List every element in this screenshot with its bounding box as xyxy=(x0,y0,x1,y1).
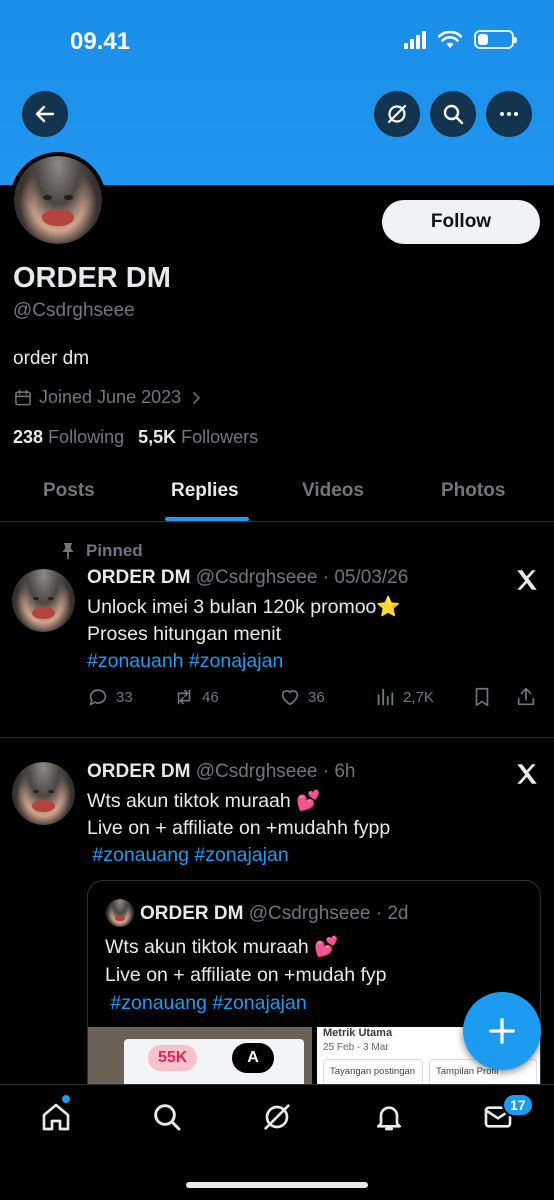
profile-bio: order dm xyxy=(13,348,90,369)
search-button[interactable] xyxy=(430,91,476,137)
post-author-name[interactable]: ORDER DM xyxy=(87,567,190,588)
share-button[interactable] xyxy=(515,686,537,708)
post-hashtags[interactable]: #zonauang #zonajajan xyxy=(87,842,390,869)
battery-icon xyxy=(474,30,517,49)
follow-button[interactable]: Follow xyxy=(382,200,540,244)
quoted-post[interactable]: ORDER DM @Csdrghseee · 2d Wts akun tikto… xyxy=(87,880,541,1100)
plus-icon xyxy=(489,1018,515,1044)
signal-icon xyxy=(404,30,426,49)
status-bar: 09.41 xyxy=(0,0,554,80)
messages-badge: 17 xyxy=(502,1093,534,1117)
more-icon xyxy=(500,112,518,116)
status-icons xyxy=(404,30,517,49)
compose-button[interactable] xyxy=(463,992,541,1070)
profile-display-name: ORDER DM xyxy=(13,262,171,294)
quoted-line-1: Wts akun tiktok muraah 💕 xyxy=(105,936,339,958)
repost-button[interactable]: 46 xyxy=(173,686,219,708)
tab-replies[interactable]: Replies xyxy=(171,480,239,502)
quoted-hashtags[interactable]: #zonauang #zonajajan xyxy=(105,989,387,1017)
home-icon[interactable] xyxy=(40,1101,72,1133)
post-body: Unlock imei 3 bulan 120k promoo⭐ Proses … xyxy=(87,594,401,675)
search-icon xyxy=(443,104,464,125)
status-time: 09.41 xyxy=(70,28,131,55)
repost-icon xyxy=(177,689,191,705)
arrow-left-icon xyxy=(35,105,55,123)
metrik-title: Metrik Utama xyxy=(323,1027,393,1039)
views-button[interactable]: 2,7K xyxy=(374,686,434,708)
joined-date[interactable]: Joined June 2023 xyxy=(13,387,205,408)
x-logo-icon xyxy=(517,570,537,590)
quoted-post-header: ORDER DM @Csdrghseee · 2d xyxy=(140,903,409,925)
back-button[interactable] xyxy=(22,91,68,137)
quoted-post-avatar xyxy=(106,899,134,927)
followers-link[interactable]: 5,5K Followers xyxy=(138,427,258,448)
calendar-icon xyxy=(15,389,31,405)
reply-icon xyxy=(89,689,107,706)
post-header: ORDER DM @Csdrghseee · 6h xyxy=(87,761,356,783)
more-button[interactable] xyxy=(486,91,532,137)
quoted-post-meta: @Csdrghseee · 2d xyxy=(248,903,409,924)
heart-icon xyxy=(281,690,299,706)
quoted-post-body: Wts akun tiktok muraah 💕 Live on + affil… xyxy=(105,933,387,1017)
joined-label: Joined June 2023 xyxy=(39,387,182,407)
media-views-badge: 55K xyxy=(148,1045,198,1071)
following-link[interactable]: 238 Following xyxy=(13,427,124,448)
post-avatar[interactable] xyxy=(12,569,75,632)
quoted-author-name: ORDER DM xyxy=(140,903,244,924)
grok-button[interactable] xyxy=(374,91,420,137)
search-nav-icon[interactable] xyxy=(151,1101,183,1133)
quoted-line-2: Live on + affiliate on +mudah fyp xyxy=(105,964,387,986)
tab-photos[interactable]: Photos xyxy=(441,480,505,502)
post-hashtags[interactable]: #zonauanh #zonajajan xyxy=(87,648,401,675)
reply-button[interactable]: 33 xyxy=(87,686,133,708)
profile-avatar[interactable] xyxy=(10,152,106,248)
home-indicator xyxy=(186,1182,368,1188)
post-line-1: Unlock imei 3 bulan 120k promoo⭐ xyxy=(87,596,401,618)
post-meta: @Csdrghseee · 6h xyxy=(195,761,356,782)
views-icon xyxy=(377,688,394,706)
post-header: ORDER DM @Csdrghseee · 05/03/26 xyxy=(87,567,408,589)
tab-posts[interactable]: Posts xyxy=(43,480,95,502)
follow-stats: 238 Following 5,5K Followers xyxy=(13,427,258,448)
pinned-label: Pinned xyxy=(60,541,143,561)
profile-handle: @Csdrghseee xyxy=(13,300,135,321)
bookmark-button[interactable] xyxy=(471,686,493,708)
tab-videos[interactable]: Videos xyxy=(302,480,364,502)
grok-icon xyxy=(387,104,407,124)
chevron-right-icon xyxy=(193,391,201,404)
metrik-date: 25 Feb - 3 Mar xyxy=(323,1042,389,1053)
grok-nav-icon[interactable] xyxy=(261,1101,293,1133)
bookmark-icon xyxy=(475,687,489,707)
post-actions: 33 46 36 2,7K xyxy=(87,686,542,710)
bell-icon[interactable] xyxy=(373,1101,405,1133)
post-line-1: Wts akun tiktok muraah 💕 xyxy=(87,790,321,812)
post-author-name[interactable]: ORDER DM xyxy=(87,761,190,782)
media-a-button: A xyxy=(232,1043,274,1073)
post-item[interactable]: Pinned ORDER DM @Csdrghseee · 05/03/26 U… xyxy=(0,523,554,738)
post-body: Wts akun tiktok muraah 💕 Live on + affil… xyxy=(87,788,390,869)
share-icon xyxy=(517,687,535,706)
post-line-2: Live on + affiliate on +mudahh fypp xyxy=(87,817,391,839)
home-notification-dot xyxy=(62,1095,70,1103)
x-logo-icon xyxy=(517,764,537,784)
profile-tabs: Posts Replies Videos Photos xyxy=(0,462,554,522)
post-avatar[interactable] xyxy=(12,762,75,825)
pin-icon xyxy=(62,543,74,559)
like-button[interactable]: 36 xyxy=(279,686,325,708)
post-meta: @Csdrghseee · 05/03/26 xyxy=(195,567,409,588)
wifi-icon xyxy=(438,30,462,48)
post-line-2: Proses hitungan menit xyxy=(87,623,282,645)
active-tab-indicator xyxy=(165,517,249,521)
